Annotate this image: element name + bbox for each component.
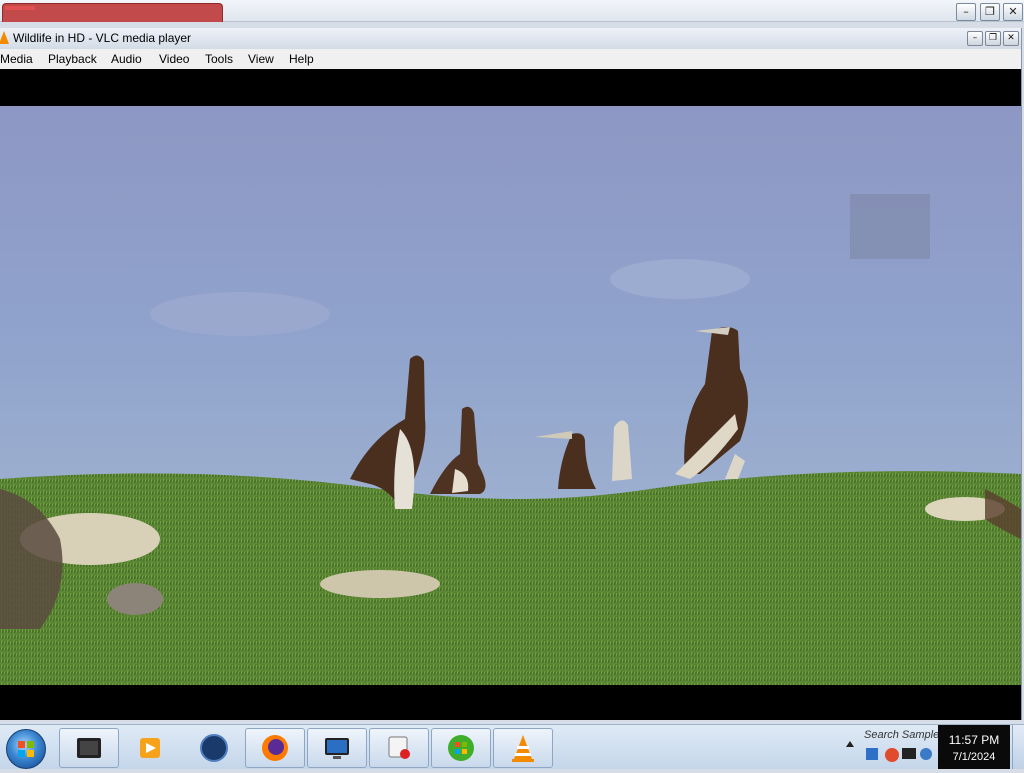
menu-tools[interactable]: Tools xyxy=(205,51,233,67)
background-maximize-button[interactable]: ❐ xyxy=(980,3,1000,21)
vlc-icon xyxy=(0,31,9,44)
video-frame xyxy=(0,69,1021,720)
maximize-button[interactable]: ❐ xyxy=(985,31,1001,46)
menu-audio[interactable]: Audio xyxy=(111,51,142,67)
title-bar[interactable]: Wildlife in HD - VLC media player – ❐ ✕ xyxy=(0,28,1021,50)
media-player-icon xyxy=(140,738,160,758)
monitor-icon xyxy=(325,738,349,759)
volume-icon xyxy=(920,748,932,760)
tray-search-label[interactable]: Search Sample xyxy=(864,729,939,741)
taskbar-windows-media[interactable] xyxy=(431,728,491,768)
globe-icon xyxy=(200,734,228,762)
network-icon xyxy=(866,748,878,760)
menu-bar: Media Playback Audio Video Tools View He… xyxy=(0,49,1021,70)
close-button[interactable]: ✕ xyxy=(1003,31,1019,46)
taskbar-recorder[interactable] xyxy=(369,728,429,768)
menu-media[interactable]: Media xyxy=(0,51,33,67)
taskbar-monitor[interactable] xyxy=(307,728,367,768)
taskbar-media-app[interactable] xyxy=(59,728,119,768)
show-desktop-button[interactable] xyxy=(1012,725,1024,769)
media-app-icon xyxy=(77,738,101,758)
windows-media-icon xyxy=(448,735,474,761)
background-tab-favicon xyxy=(5,6,35,10)
tray-icons xyxy=(864,744,938,764)
system-clock[interactable]: 11:57 PM 7/1/2024 xyxy=(938,725,1010,769)
tray-arrow-icon[interactable] xyxy=(846,741,854,747)
vlc-icon xyxy=(512,735,534,762)
windows-logo-icon xyxy=(18,741,34,757)
monitor-tray-icon xyxy=(902,748,916,759)
window-title: Wildlife in HD - VLC media player xyxy=(13,31,192,45)
taskbar-firefox[interactable] xyxy=(245,728,305,768)
clock-time: 11:57 PM xyxy=(948,733,1000,747)
background-browser-tab[interactable] xyxy=(2,3,223,22)
background-browser-tabbar: – ❐ ✕ xyxy=(0,0,1024,22)
taskbar: Search Sample 11:57 PM 7/1/2024 xyxy=(0,724,1024,769)
background-close-button[interactable]: ✕ xyxy=(1003,3,1023,21)
taskbar-globe[interactable] xyxy=(184,728,244,768)
firefox-tray-icon xyxy=(885,748,899,762)
menu-video[interactable]: Video xyxy=(159,51,189,67)
clock-date: 7/1/2024 xyxy=(952,751,996,763)
menu-playback[interactable]: Playback xyxy=(48,51,97,67)
minimize-button[interactable]: – xyxy=(967,31,983,46)
start-button[interactable] xyxy=(6,729,46,769)
taskbar-media-player[interactable] xyxy=(120,728,180,768)
recorder-icon xyxy=(388,736,410,759)
taskbar-vlc[interactable] xyxy=(493,728,553,768)
vlc-window: Wildlife in HD - VLC media player – ❐ ✕ … xyxy=(0,28,1022,720)
firefox-icon xyxy=(262,735,288,761)
menu-help[interactable]: Help xyxy=(289,51,314,67)
background-minimize-button[interactable]: – xyxy=(956,3,976,21)
menu-view[interactable]: View xyxy=(248,51,274,67)
video-area[interactable] xyxy=(0,69,1021,720)
